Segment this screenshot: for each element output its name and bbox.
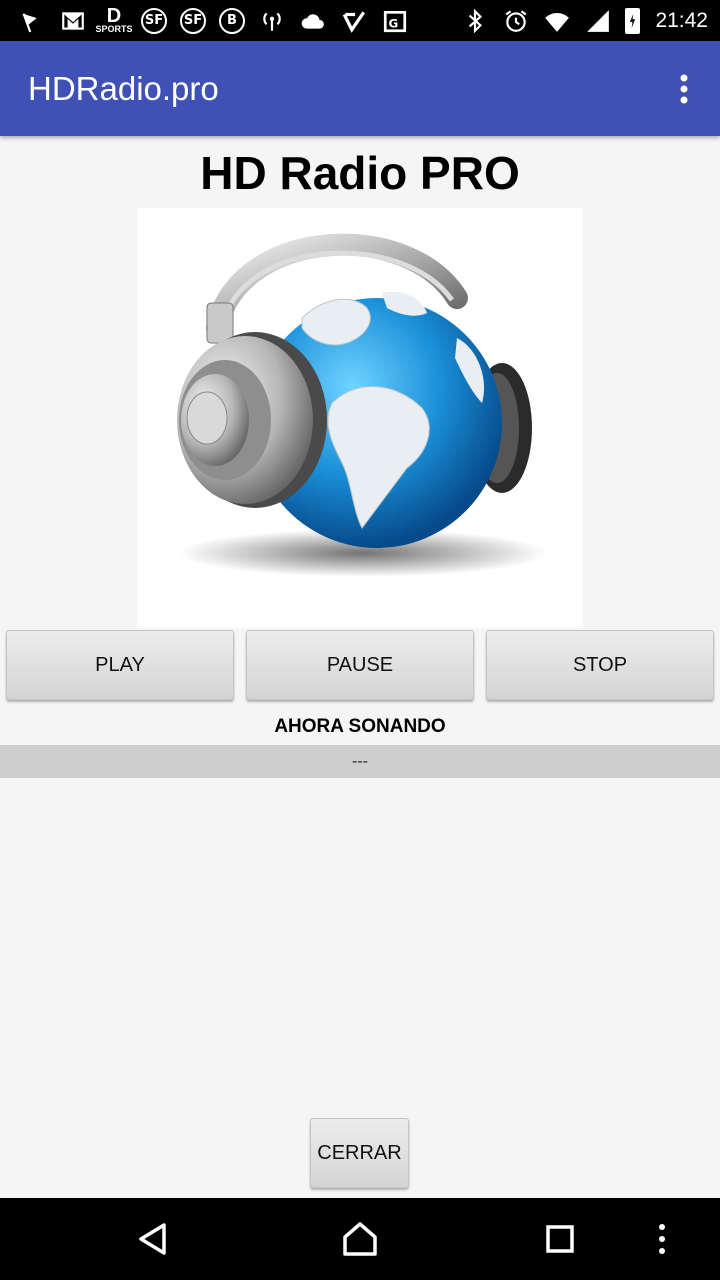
check-icon bbox=[340, 7, 368, 35]
wifi-icon bbox=[543, 7, 571, 35]
close-button[interactable]: CERRAR bbox=[310, 1118, 409, 1188]
navigation-bar bbox=[0, 1198, 720, 1280]
now-playing-value: --- bbox=[0, 745, 720, 778]
maps-icon: G bbox=[381, 7, 409, 35]
svg-text:G: G bbox=[389, 16, 399, 30]
pause-button[interactable]: PAUSE bbox=[246, 630, 474, 700]
d-sports-icon: D SPORTS bbox=[95, 5, 133, 34]
status-bar: D SPORTS SF SF B G 21:42 bbox=[0, 0, 720, 41]
page-title: HD Radio PRO bbox=[200, 147, 520, 199]
back-icon[interactable] bbox=[113, 1198, 193, 1280]
recents-icon[interactable] bbox=[520, 1198, 600, 1280]
sf-icon: SF bbox=[141, 7, 167, 34]
gmail-icon bbox=[59, 7, 87, 35]
alarm-icon bbox=[502, 7, 530, 35]
headphones-globe-image bbox=[137, 208, 583, 628]
home-icon[interactable] bbox=[320, 1198, 400, 1280]
now-playing-label: AHORA SONANDO bbox=[274, 716, 446, 737]
b-icon: B bbox=[219, 7, 245, 34]
system-icons: 21:42 bbox=[461, 7, 708, 35]
menu-icon[interactable] bbox=[640, 1198, 684, 1280]
bluetooth-icon bbox=[461, 7, 489, 35]
sf-icon: SF bbox=[180, 7, 206, 34]
app-bar: HDRadio.pro bbox=[0, 41, 720, 136]
flag-icon bbox=[18, 7, 46, 35]
cloud-icon bbox=[299, 7, 327, 35]
play-button[interactable]: PLAY bbox=[6, 630, 234, 700]
hotspot-icon bbox=[258, 7, 286, 35]
battery-icon bbox=[625, 7, 641, 34]
notification-icons: D SPORTS SF SF B G bbox=[18, 5, 409, 35]
clock: 21:42 bbox=[655, 8, 708, 32]
app-title: HDRadio.pro bbox=[28, 69, 219, 107]
stop-button[interactable]: STOP bbox=[486, 630, 714, 700]
playback-controls: PLAY PAUSE STOP bbox=[6, 630, 714, 700]
more-vert-icon[interactable] bbox=[666, 65, 702, 113]
signal-icon bbox=[584, 7, 612, 35]
